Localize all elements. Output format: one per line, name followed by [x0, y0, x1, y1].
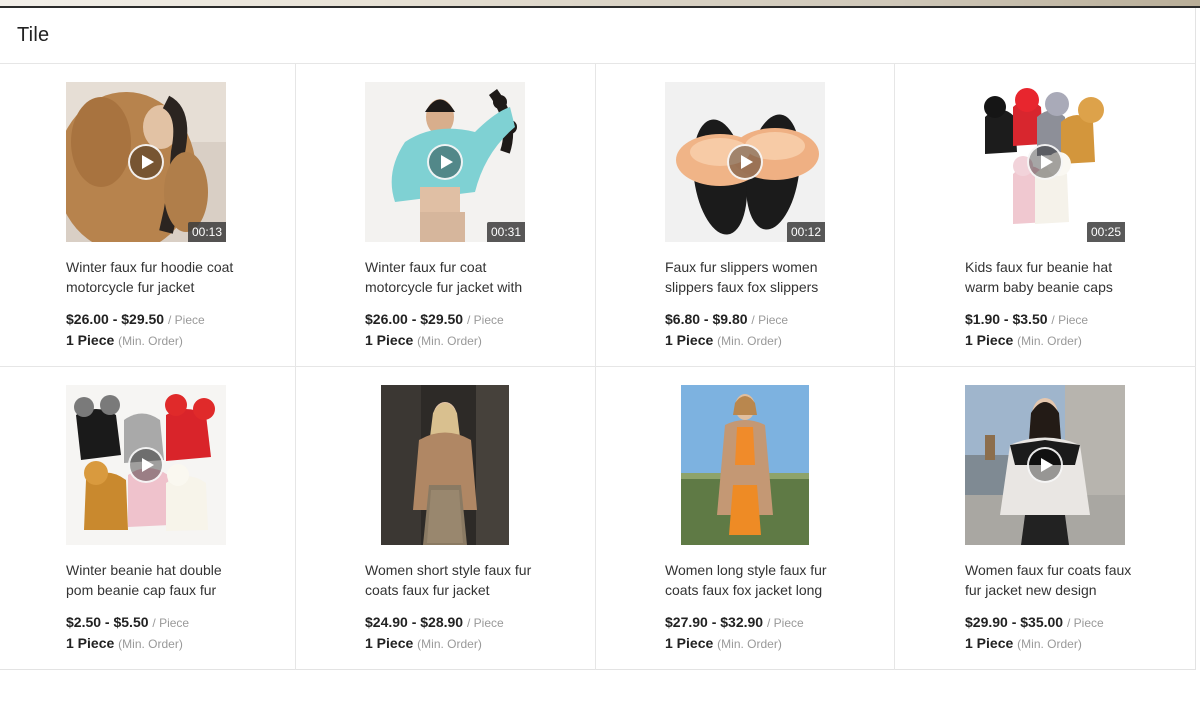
product-price: $26.00 - $29.50 [365, 311, 464, 327]
product-image[interactable] [381, 385, 509, 545]
min-order-line: 1 Piece (Min. Order) [665, 332, 782, 348]
product-price: $26.00 - $29.50 [66, 311, 165, 327]
product-price: $6.80 - $9.80 [665, 311, 748, 327]
product-title[interactable]: Winter beanie hat double pom beanie cap … [66, 560, 241, 600]
price-unit: / Piece [766, 616, 804, 630]
product-price: $2.50 - $5.50 [66, 614, 149, 630]
product-title[interactable]: Winter faux fur hoodie coat motorcycle f… [66, 257, 241, 297]
min-order-note: (Min. Order) [717, 334, 782, 348]
price-line: $26.00 - $29.50 / Piece [66, 311, 205, 327]
min-order-note: (Min. Order) [417, 334, 482, 348]
min-order-note: (Min. Order) [1017, 637, 1082, 651]
min-order-line: 1 Piece (Min. Order) [66, 635, 183, 651]
price-line: $27.90 - $32.90 / Piece [665, 614, 804, 630]
play-icon[interactable] [1027, 447, 1063, 483]
product-tile[interactable]: 00:12 Faux fur slippers women slippers f… [596, 64, 895, 367]
product-title[interactable]: Kids faux fur beanie hat warm baby beani… [965, 257, 1140, 297]
product-price: $27.90 - $32.90 [665, 614, 764, 630]
product-image[interactable] [965, 385, 1125, 545]
min-order-qty: 1 Piece [665, 635, 714, 651]
price-line: $26.00 - $29.50 / Piece [365, 311, 504, 327]
product-image[interactable]: 00:25 [965, 82, 1125, 242]
play-icon[interactable] [128, 447, 164, 483]
min-order-line: 1 Piece (Min. Order) [66, 332, 183, 348]
top-banner-strip [0, 0, 1200, 8]
min-order-note: (Min. Order) [1017, 334, 1082, 348]
product-price: $1.90 - $3.50 [965, 311, 1048, 327]
video-duration: 00:25 [1086, 222, 1125, 242]
min-order-qty: 1 Piece [965, 332, 1014, 348]
min-order-line: 1 Piece (Min. Order) [665, 635, 782, 651]
product-title[interactable]: Women faux fur coats faux fur jacket new… [965, 560, 1140, 600]
product-image[interactable] [66, 385, 226, 545]
price-line: $6.80 - $9.80 / Piece [665, 311, 788, 327]
product-title[interactable]: Winter faux fur coat motorcycle fur jack… [365, 257, 540, 297]
min-order-line: 1 Piece (Min. Order) [965, 332, 1082, 348]
min-order-note: (Min. Order) [118, 334, 183, 348]
price-unit: / Piece [167, 313, 205, 327]
play-icon[interactable] [128, 144, 164, 180]
video-duration: 00:13 [187, 222, 226, 242]
play-icon[interactable] [727, 144, 763, 180]
panel-title: Tile [17, 24, 50, 46]
product-tile[interactable]: 00:31 Winter faux fur coat motorcycle fu… [296, 64, 596, 367]
product-price: $24.90 - $28.90 [365, 614, 464, 630]
product-tile[interactable]: Winter beanie hat double pom beanie cap … [0, 367, 296, 670]
min-order-note: (Min. Order) [118, 637, 183, 651]
play-icon[interactable] [1027, 144, 1063, 180]
min-order-qty: 1 Piece [66, 332, 115, 348]
product-title[interactable]: Women long style faux fur coats faux fox… [665, 560, 840, 600]
panel-header: Tile [0, 8, 1195, 64]
min-order-qty: 1 Piece [965, 635, 1014, 651]
min-order-line: 1 Piece (Min. Order) [965, 635, 1082, 651]
product-title[interactable]: Faux fur slippers women slippers faux fo… [665, 257, 840, 297]
min-order-line: 1 Piece (Min. Order) [365, 635, 482, 651]
product-image[interactable]: 00:13 [66, 82, 226, 242]
min-order-qty: 1 Piece [365, 332, 414, 348]
price-line: $29.90 - $35.00 / Piece [965, 614, 1104, 630]
video-duration: 00:12 [786, 222, 825, 242]
product-tile[interactable]: 00:25 Kids faux fur beanie hat warm baby… [895, 64, 1196, 367]
product-image[interactable]: 00:12 [665, 82, 825, 242]
product-grid: 00:13 Winter faux fur hoodie coat motorc… [0, 64, 1196, 670]
price-unit: / Piece [1066, 616, 1104, 630]
price-line: $1.90 - $3.50 / Piece [965, 311, 1088, 327]
product-tile[interactable]: Women faux fur coats faux fur jacket new… [895, 367, 1196, 670]
product-tile[interactable]: Women short style faux fur coats faux fu… [296, 367, 596, 670]
price-unit: / Piece [1051, 313, 1089, 327]
tile-panel: Tile 00:13 Winter faux fur hoodie coat m… [0, 8, 1196, 670]
product-price: $29.90 - $35.00 [965, 614, 1064, 630]
product-title[interactable]: Women short style faux fur coats faux fu… [365, 560, 540, 600]
price-unit: / Piece [751, 313, 789, 327]
price-unit: / Piece [466, 313, 504, 327]
product-tile[interactable]: 00:13 Winter faux fur hoodie coat motorc… [0, 64, 296, 367]
price-unit: / Piece [152, 616, 190, 630]
price-unit: / Piece [466, 616, 504, 630]
min-order-qty: 1 Piece [66, 635, 115, 651]
min-order-note: (Min. Order) [417, 637, 482, 651]
product-tile[interactable]: Women long style faux fur coats faux fox… [596, 367, 895, 670]
price-line: $2.50 - $5.50 / Piece [66, 614, 189, 630]
product-image[interactable]: 00:31 [365, 82, 525, 242]
video-duration: 00:31 [486, 222, 525, 242]
min-order-note: (Min. Order) [717, 637, 782, 651]
play-icon[interactable] [427, 144, 463, 180]
min-order-line: 1 Piece (Min. Order) [365, 332, 482, 348]
price-line: $24.90 - $28.90 / Piece [365, 614, 504, 630]
min-order-qty: 1 Piece [365, 635, 414, 651]
min-order-qty: 1 Piece [665, 332, 714, 348]
product-image[interactable] [681, 385, 809, 545]
